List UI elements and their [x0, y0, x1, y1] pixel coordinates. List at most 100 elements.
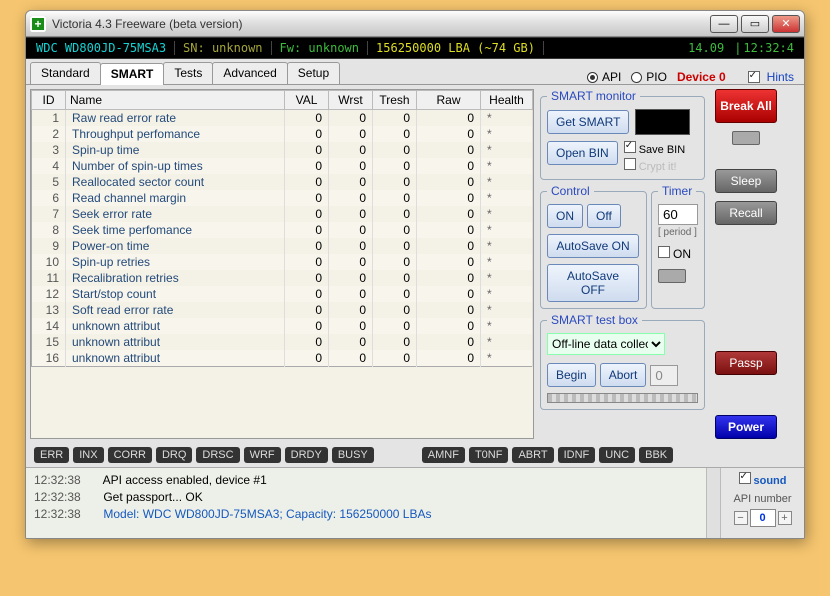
tab-bar: StandardSMARTTestsAdvancedSetup API PIO … — [26, 59, 804, 85]
smart-row[interactable]: 2Throughput perfomance0000* — [32, 126, 533, 142]
tab-advanced[interactable]: Advanced — [212, 62, 287, 84]
smart-row[interactable]: 7Seek error rate0000* — [32, 206, 533, 222]
timer-input[interactable] — [658, 204, 698, 225]
smart-col-health[interactable]: Health — [481, 91, 533, 110]
tab-smart[interactable]: SMART — [100, 63, 165, 85]
break-indicator — [732, 131, 760, 145]
autosave-off-button[interactable]: AutoSave OFF — [547, 264, 639, 302]
log-area[interactable]: 12:32:38 API access enabled, device #112… — [26, 468, 706, 538]
flag-amnf: AMNF — [422, 447, 465, 463]
log-side-panel: sound API number − 0 + — [720, 468, 804, 538]
api-number-value: 0 — [750, 509, 776, 527]
minimize-button[interactable]: — — [710, 15, 738, 33]
pio-label: PIO — [646, 70, 667, 84]
timer-indicator — [658, 269, 686, 283]
drive-model: WDC WD800JD-75MSA3 — [28, 41, 175, 55]
flag-wrf: WRF — [244, 447, 281, 463]
control-off-button[interactable]: Off — [587, 204, 621, 228]
flag-idnf: IDNF — [558, 447, 596, 463]
smart-row[interactable]: 3Spin-up time0000* — [32, 142, 533, 158]
smart-row[interactable]: 16unknown attribut0000* — [32, 350, 533, 367]
flag-corr: CORR — [108, 447, 152, 463]
timer-on-checkbox[interactable] — [658, 246, 670, 258]
test-value — [650, 365, 678, 386]
flag-drq: DRQ — [156, 447, 192, 463]
flag-inx: INX — [73, 447, 103, 463]
app-title: Victoria 4.3 Freeware (beta version) — [52, 17, 243, 31]
break-all-button[interactable]: Break All — [715, 89, 777, 123]
abort-button[interactable]: Abort — [600, 363, 647, 387]
drive-sn: SN: unknown — [175, 41, 271, 55]
app-icon: + — [30, 16, 46, 32]
clock-time: 12:32:4 — [743, 41, 802, 55]
recall-button[interactable]: Recall — [715, 201, 777, 225]
test-select[interactable]: Off-line data collect — [547, 333, 665, 355]
sleep-button[interactable]: Sleep — [715, 169, 777, 193]
api-radio[interactable] — [587, 72, 598, 83]
smart-row[interactable]: 9Power-on time0000* — [32, 238, 533, 254]
hints-checkbox[interactable] — [748, 71, 760, 83]
api-minus-button[interactable]: − — [734, 511, 748, 525]
smart-row[interactable]: 15unknown attribut0000* — [32, 334, 533, 350]
power-button[interactable]: Power — [715, 415, 777, 439]
begin-button[interactable]: Begin — [547, 363, 596, 387]
autosave-on-button[interactable]: AutoSave ON — [547, 234, 639, 258]
smart-col-raw[interactable]: Raw — [417, 91, 481, 110]
control-on-button[interactable]: ON — [547, 204, 583, 228]
flag-t0nf: T0NF — [469, 447, 509, 463]
smart-row[interactable]: 14unknown attribut0000* — [32, 318, 533, 334]
flag-drdy: DRDY — [285, 447, 328, 463]
control-box: Control ON Off AutoSave ON AutoSave OFF — [540, 184, 647, 309]
api-label: API — [602, 70, 621, 84]
smart-row[interactable]: 6Read channel margin0000* — [32, 190, 533, 206]
smart-row[interactable]: 13Soft read error rate0000* — [32, 302, 533, 318]
smart-col-tresh[interactable]: Tresh — [373, 91, 417, 110]
close-button[interactable]: ✕ — [772, 15, 800, 33]
flag-bbk: BBK — [639, 447, 673, 463]
log-scrollbar[interactable] — [706, 468, 720, 538]
drive-lba: 156250000 LBA (~74 GB) — [368, 41, 544, 55]
status-flags-bar: ERRINX CORRDRQDRSC WRFDRDYBUSY AMNFT0NFABRT… — [26, 443, 804, 467]
smart-table[interactable]: IDNameVALWrstTreshRawHealth 1Raw read er… — [30, 89, 534, 439]
device-label: Device 0 — [677, 70, 726, 84]
tab-tests[interactable]: Tests — [163, 62, 213, 84]
open-bin-button[interactable]: Open BIN — [547, 141, 618, 165]
flag-abrt: ABRT — [512, 447, 553, 463]
save-bin-checkbox[interactable] — [624, 141, 636, 153]
smart-row[interactable]: 10Spin-up retries0000* — [32, 254, 533, 270]
smart-row[interactable]: 5Reallocated sector count0000* — [32, 174, 533, 190]
tab-standard[interactable]: Standard — [30, 62, 101, 84]
maximize-button[interactable]: ▭ — [741, 15, 769, 33]
flag-unc: UNC — [599, 447, 635, 463]
smart-test-box: SMART test box Off-line data collect Beg… — [540, 313, 705, 410]
smart-col-id[interactable]: ID — [32, 91, 66, 110]
flag-drsc: DRSC — [196, 447, 239, 463]
hints-label: Hints — [767, 70, 794, 84]
crypt-checkbox[interactable] — [624, 158, 636, 170]
pio-radio[interactable] — [631, 72, 642, 83]
test-progress — [547, 393, 698, 403]
smart-row[interactable]: 1Raw read error rate0000* — [32, 110, 533, 127]
timer-box: Timer [ period ] ON — [651, 184, 705, 309]
get-smart-button[interactable]: Get SMART — [547, 110, 629, 134]
smart-status-display — [635, 109, 690, 135]
passp-button[interactable]: Passp — [715, 351, 777, 375]
smart-row[interactable]: 12Start/stop count0000* — [32, 286, 533, 302]
api-plus-button[interactable]: + — [778, 511, 792, 525]
app-window: + Victoria 4.3 Freeware (beta version) —… — [25, 10, 805, 539]
smart-col-name[interactable]: Name — [66, 91, 285, 110]
clock-date: 14.09 — [680, 41, 732, 55]
smart-monitor-box: SMART monitor Get SMART Open BIN Save BI… — [540, 89, 705, 180]
smart-row[interactable]: 11Recalibration retries0000* — [32, 270, 533, 286]
flag-err: ERR — [34, 447, 69, 463]
smart-row[interactable]: 4Number of spin-up times0000* — [32, 158, 533, 174]
flag-busy: BUSY — [332, 447, 374, 463]
drive-info-bar: WDC WD800JD-75MSA3 SN: unknown Fw: unkno… — [26, 37, 804, 59]
smart-col-val[interactable]: VAL — [285, 91, 329, 110]
drive-fw: Fw: unknown — [272, 41, 368, 55]
smart-col-wrst[interactable]: Wrst — [329, 91, 373, 110]
tab-setup[interactable]: Setup — [287, 62, 340, 84]
smart-row[interactable]: 8Seek time perfomance0000* — [32, 222, 533, 238]
title-bar[interactable]: + Victoria 4.3 Freeware (beta version) —… — [26, 11, 804, 37]
sound-checkbox[interactable] — [739, 472, 751, 484]
